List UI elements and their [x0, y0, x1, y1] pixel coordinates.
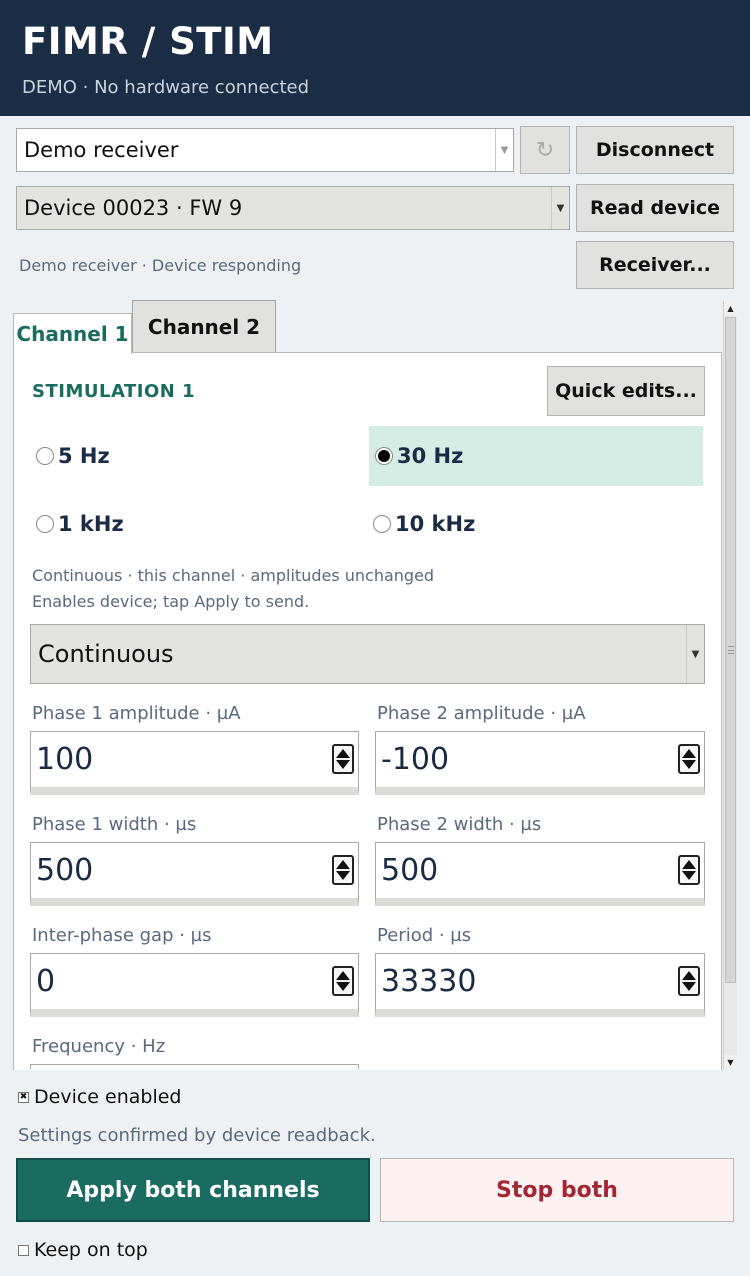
preset-label: 5 Hz	[58, 444, 110, 468]
mode-select-value: Continuous	[38, 640, 174, 668]
phase1-width-input[interactable]: 500	[30, 842, 359, 906]
frequency-input[interactable]	[30, 1064, 359, 1069]
phase2-width-label: Phase 2 width · µs	[377, 814, 542, 835]
scroll-up-icon[interactable]: ▲	[724, 301, 737, 315]
spinner-icon[interactable]	[332, 855, 354, 885]
read-device-button[interactable]: Read device	[576, 184, 734, 232]
preset-label: 10 kHz	[395, 512, 476, 536]
preset-30hz[interactable]: 30 Hz	[369, 426, 703, 486]
phase1-amplitude-label: Phase 1 amplitude · µA	[32, 703, 241, 724]
checkbox-unchecked-icon	[18, 1244, 29, 1256]
radio-icon	[373, 515, 391, 533]
preset-5hz[interactable]: 5 Hz	[30, 426, 365, 486]
preset-10khz[interactable]: 10 kHz	[367, 494, 702, 554]
hint-line-2: Enables device; tap Apply to send.	[32, 592, 310, 611]
radio-selected-icon	[375, 447, 393, 465]
preset-label: 30 Hz	[397, 444, 464, 468]
device-select-value: Device 00023 · FW 9	[24, 196, 243, 220]
field-value: 100	[36, 741, 94, 777]
hint-line-1: Continuous · this channel · amplitudes u…	[32, 566, 435, 585]
receiver-button[interactable]: Receiver...	[576, 241, 734, 289]
tab-channel-1[interactable]: Channel 1	[13, 313, 132, 354]
disconnect-button[interactable]: Disconnect	[576, 126, 734, 174]
field-value: 500	[36, 852, 94, 888]
phase2-amplitude-label: Phase 2 amplitude · µA	[377, 703, 586, 724]
stop-both-button[interactable]: Stop both	[380, 1158, 734, 1222]
spinner-icon[interactable]	[332, 966, 354, 996]
phase2-width-input[interactable]: 500	[375, 842, 705, 906]
spinner-icon[interactable]	[678, 855, 700, 885]
panel-scrollbar[interactable]: ▲ ▼	[723, 301, 737, 1069]
confirm-status: Settings confirmed by device readback.	[18, 1125, 376, 1146]
preset-1khz[interactable]: 1 kHz	[30, 494, 365, 554]
field-value: -100	[381, 741, 450, 777]
spinner-icon[interactable]	[678, 744, 700, 774]
refresh-icon: ↻	[535, 137, 555, 163]
field-value: 0	[36, 963, 56, 999]
keep-on-top-label: Keep on top	[34, 1239, 148, 1261]
scroll-down-icon[interactable]: ▼	[724, 1055, 737, 1069]
receiver-select[interactable]: Demo receiver ▼	[16, 128, 514, 172]
preset-label: 1 kHz	[58, 512, 124, 536]
spinner-icon[interactable]	[332, 744, 354, 774]
radio-icon	[36, 447, 54, 465]
chevron-down-icon: ▼	[495, 129, 513, 171]
checkbox-checked-icon: ✖	[18, 1091, 29, 1103]
mode-select[interactable]: Continuous ▼	[30, 624, 705, 684]
gap-input[interactable]: 0	[30, 953, 359, 1017]
radio-icon	[36, 515, 54, 533]
field-value: 33330	[381, 963, 477, 999]
section-title: STIMULATION 1	[32, 381, 196, 402]
gap-label: Inter-phase gap · µs	[32, 925, 212, 946]
apply-both-button[interactable]: Apply both channels	[16, 1158, 370, 1222]
quick-edits-button[interactable]: Quick edits...	[547, 366, 705, 416]
scroll-thumb[interactable]	[725, 317, 736, 983]
chevron-down-icon: ▼	[551, 187, 569, 229]
connection-status: Demo receiver · Device responding	[19, 256, 302, 275]
app-header: FIMR / STIM DEMO · No hardware connected	[0, 0, 750, 116]
device-enabled-checkbox[interactable]: ✖ Device enabled	[18, 1086, 181, 1108]
app-title: FIMR / STIM	[22, 20, 274, 63]
preset-hint: Continuous · this channel · amplitudes u…	[32, 563, 434, 615]
device-select[interactable]: Device 00023 · FW 9 ▼	[16, 186, 570, 230]
spinner-icon[interactable]	[678, 966, 700, 996]
tab-channel-2[interactable]: Channel 2	[132, 300, 276, 353]
field-value: 500	[381, 852, 439, 888]
period-label: Period · µs	[377, 925, 472, 946]
app-subtitle: DEMO · No hardware connected	[22, 77, 310, 98]
keep-on-top-checkbox[interactable]: Keep on top	[18, 1239, 148, 1261]
phase1-amplitude-input[interactable]: 100	[30, 731, 359, 795]
frequency-label: Frequency · Hz	[32, 1036, 166, 1057]
period-input[interactable]: 33330	[375, 953, 705, 1017]
chevron-down-icon: ▼	[686, 625, 704, 683]
phase2-amplitude-input[interactable]: -100	[375, 731, 705, 795]
refresh-button[interactable]: ↻	[520, 126, 570, 174]
phase1-width-label: Phase 1 width · µs	[32, 814, 197, 835]
receiver-select-value: Demo receiver	[24, 138, 179, 162]
device-enabled-label: Device enabled	[34, 1086, 182, 1108]
